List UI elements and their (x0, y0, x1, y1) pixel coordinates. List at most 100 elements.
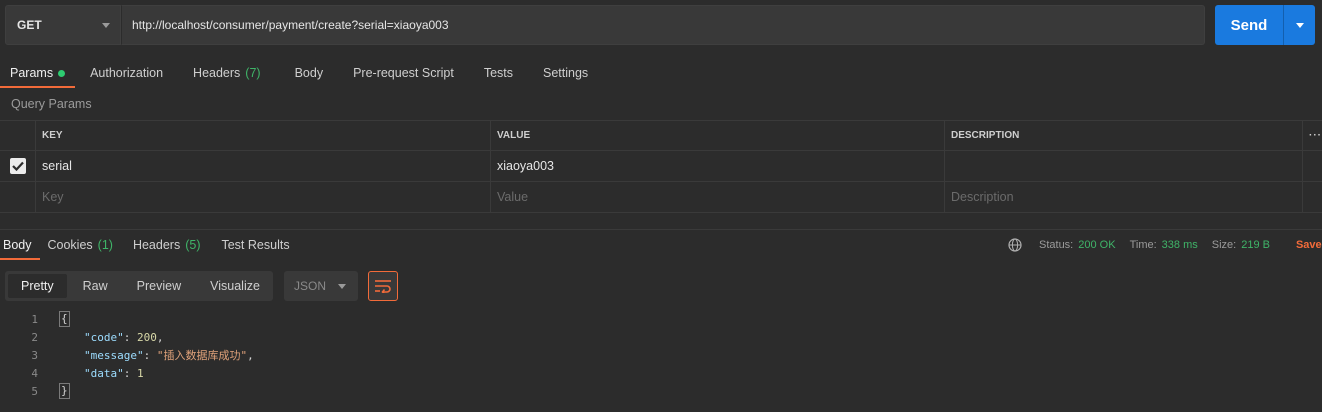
params-table: KEY VALUE DESCRIPTION ··· serial xiaoya0… (0, 120, 1322, 213)
close-brace: } (59, 383, 70, 399)
wrap-lines-button[interactable] (368, 271, 398, 301)
chevron-down-icon (102, 22, 110, 28)
json-key: "code" (84, 330, 124, 344)
mode-pretty-button[interactable]: Pretty (8, 274, 67, 298)
tab-label: Headers (193, 66, 241, 80)
new-check-cell (0, 182, 36, 212)
json-number: 200 (137, 330, 157, 344)
new-key-input[interactable]: Key (36, 182, 491, 212)
send-button-group: Send (1215, 5, 1315, 45)
send-button[interactable]: Send (1215, 5, 1283, 45)
tab-label: Settings (543, 66, 589, 80)
table-header-row: KEY VALUE DESCRIPTION ··· (0, 120, 1322, 151)
tab-pre-request-script[interactable]: Pre-request Script (333, 58, 464, 88)
param-value-cell[interactable]: xiaoya003 (491, 151, 945, 181)
tab-cookies[interactable]: Cookies (1) (40, 230, 121, 260)
tab-params[interactable]: Params (0, 58, 76, 88)
new-description-input[interactable]: Description (945, 182, 1303, 212)
size-label: Size: (1211, 239, 1237, 251)
tab-response-body[interactable]: Body (0, 230, 40, 260)
checkmark-icon (11, 161, 24, 171)
format-select[interactable]: JSON (284, 271, 358, 301)
json-key: "data" (84, 366, 124, 380)
row-check-cell (0, 151, 36, 181)
response-body-code[interactable]: 1 { 2 "code": 200, 3 "message": "插入数据库成功… (0, 310, 254, 400)
table-row: serial xiaoya003 (0, 151, 1322, 182)
line-number: 4 (31, 366, 38, 380)
tab-authorization[interactable]: Authorization (75, 58, 173, 88)
request-bar: GET http://localhost/consumer/payment/cr… (5, 5, 1205, 45)
mode-visualize-button[interactable]: Visualize (197, 274, 273, 298)
response-headers-count: (5) (185, 238, 201, 252)
param-value: xiaoya003 (497, 159, 554, 173)
url-input[interactable]: http://localhost/consumer/payment/create… (121, 5, 1205, 45)
query-params-title: Query Params (11, 97, 92, 111)
new-value-input[interactable]: Value (491, 182, 945, 212)
tab-settings[interactable]: Settings (523, 58, 598, 88)
url-text: http://localhost/consumer/payment/create… (132, 18, 449, 32)
tab-label: Test Results (221, 238, 290, 252)
tab-response-headers[interactable]: Headers (5) (121, 230, 209, 260)
param-key: serial (42, 159, 72, 173)
param-description-cell[interactable] (945, 151, 1303, 181)
active-dot-icon (58, 69, 66, 77)
header-value: VALUE (491, 121, 945, 150)
send-options-button[interactable] (1283, 5, 1315, 45)
row-spacer (1303, 182, 1322, 212)
json-number: 1 (137, 366, 144, 380)
more-options-icon[interactable]: ··· (1303, 121, 1322, 150)
mode-preview-button[interactable]: Preview (124, 274, 194, 298)
code-line: 3 "message": "插入数据库成功", (0, 346, 254, 364)
param-key-cell[interactable]: serial (36, 151, 491, 181)
code-text: { (59, 311, 70, 327)
code-line: 4 "data": 1 (0, 364, 254, 382)
tab-label: Body (294, 66, 324, 80)
code-text: "code": 200, (84, 330, 164, 344)
code-text: "data": 1 (84, 366, 144, 380)
tab-headers[interactable]: Headers (7) (173, 58, 271, 88)
tab-test-results[interactable]: Test Results (208, 230, 297, 260)
status-value: 200 OK (1078, 239, 1116, 251)
value-placeholder: Value (497, 190, 529, 204)
header-key: KEY (36, 121, 491, 150)
line-number: 2 (31, 330, 38, 344)
code-text: } (59, 383, 70, 399)
request-tabs: Params Authorization Headers (7) Body Pr… (0, 58, 598, 88)
tab-tests[interactable]: Tests (464, 58, 523, 88)
code-text: "message": "插入数据库成功", (84, 349, 254, 362)
body-view-modes: Pretty Raw Preview Visualize (5, 271, 273, 301)
tab-body[interactable]: Body (271, 58, 334, 88)
description-placeholder: Description (951, 190, 1014, 204)
tab-label: Tests (483, 66, 513, 80)
line-number: 5 (31, 384, 38, 398)
cookies-count: (1) (97, 238, 113, 252)
header-check-cell (0, 121, 36, 150)
key-placeholder: Key (42, 190, 64, 204)
table-row-new: Key Value Description (0, 182, 1322, 213)
tab-label: Pre-request Script (353, 66, 454, 80)
time-value: 338 ms (1161, 239, 1198, 251)
globe-icon[interactable] (1008, 238, 1022, 252)
tab-label: Params (10, 66, 54, 80)
code-line: 2 "code": 200, (0, 328, 254, 346)
response-meta: Status: 200 OK Time: 338 ms Size: 219 B … (1008, 236, 1322, 254)
mode-raw-button[interactable]: Raw (70, 274, 121, 298)
chevron-down-icon (338, 283, 346, 289)
chevron-down-icon (1295, 22, 1304, 28)
response-tabs: Body Cookies (1) Headers (5) Test Result… (0, 230, 298, 260)
tab-label: Headers (132, 238, 181, 252)
open-brace: { (59, 311, 70, 327)
tab-label: Authorization (90, 66, 164, 80)
method-label: GET (17, 18, 42, 32)
save-response-button[interactable]: Save (1296, 239, 1322, 251)
wrap-icon (375, 280, 391, 293)
headers-count: (7) (245, 66, 261, 80)
size-value: 219 B (1241, 239, 1270, 251)
row-checkbox[interactable] (9, 158, 26, 174)
row-spacer (1303, 151, 1322, 181)
tab-label: Body (3, 238, 32, 252)
status-label: Status: (1039, 239, 1074, 251)
method-select[interactable]: GET (5, 5, 121, 45)
time-label: Time: (1129, 239, 1157, 251)
line-number: 3 (31, 348, 38, 362)
